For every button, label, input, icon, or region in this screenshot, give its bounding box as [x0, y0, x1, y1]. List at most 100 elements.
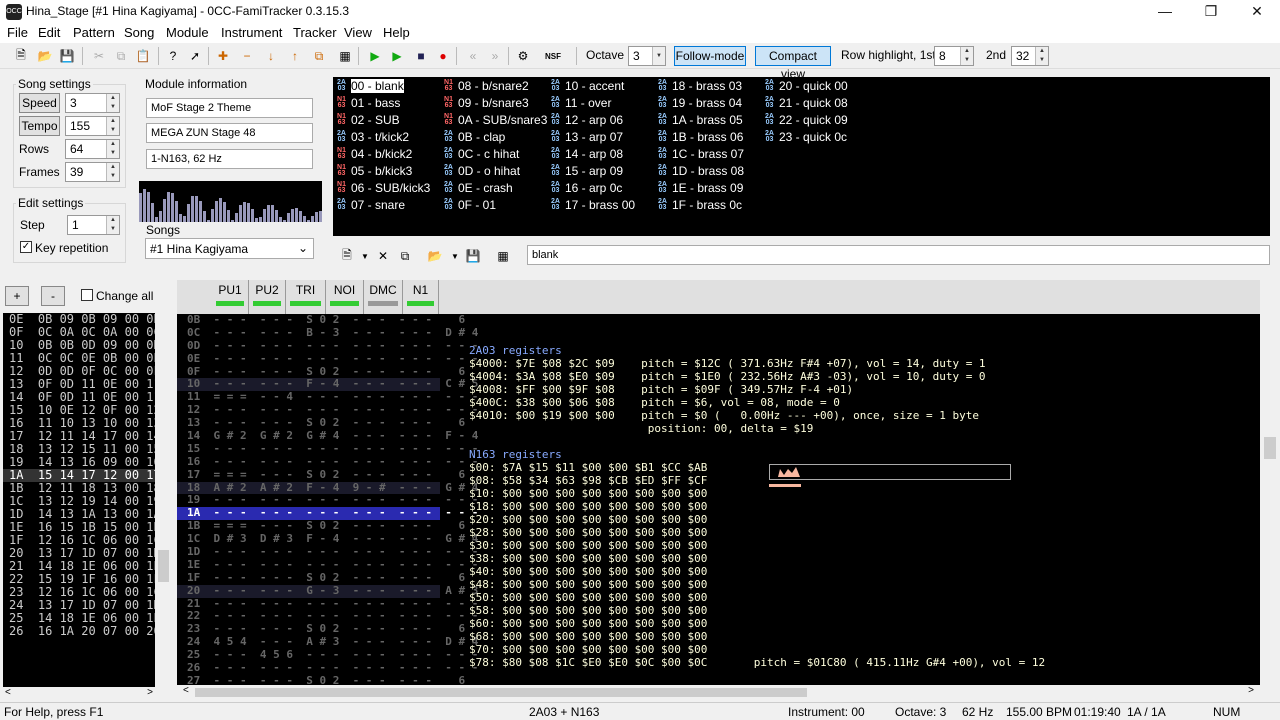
- pattern-row[interactable]: 1D - - - - - - - - - - - - - - - - - -: [177, 545, 478, 559]
- save-instrument-icon[interactable]: 💾: [464, 247, 482, 265]
- instrument-item[interactable]: N1 63 0A - SUB/snare3: [442, 113, 547, 130]
- channel-tri[interactable]: TRI: [286, 280, 326, 314]
- instrument-item[interactable]: 2A 03 17 - brass 00: [549, 198, 635, 215]
- next-track-icon[interactable]: »: [486, 47, 504, 65]
- menu-edit[interactable]: Edit: [38, 25, 60, 40]
- instrument-item[interactable]: N1 63 08 - b/snare2: [442, 79, 529, 96]
- instrument-item[interactable]: N1 63 01 - bass: [335, 96, 400, 113]
- follow-mode-toggle[interactable]: Follow-mode: [674, 46, 746, 66]
- nsf-export-icon[interactable]: NSF: [544, 47, 562, 65]
- pattern-row[interactable]: 1F - - - - - - S 0 2 - - - - - - 6: [177, 571, 465, 585]
- module-copyright-field[interactable]: 1-N163, 62 Hz: [146, 149, 313, 169]
- menu-song[interactable]: Song: [124, 25, 154, 40]
- instrument-item[interactable]: 2A 03 10 - accent: [549, 79, 624, 96]
- add-instrument-icon[interactable]: 🗎: [338, 247, 356, 265]
- instrument-item[interactable]: 2A 03 03 - t/kick2: [335, 130, 409, 147]
- settings-icon[interactable]: ⚙: [514, 47, 532, 65]
- add-frame-button[interactable]: +: [5, 286, 29, 306]
- instrument-name-field[interactable]: blank: [527, 245, 1270, 265]
- instrument-item[interactable]: 2A 03 16 - arp 0c: [549, 181, 622, 198]
- about-icon[interactable]: ?: [164, 47, 182, 65]
- play-icon[interactable]: ▶: [366, 47, 384, 65]
- pattern-row[interactable]: 0B - - - - - - S 0 2 - - - - - - 6: [177, 313, 465, 327]
- instrument-item[interactable]: 2A 03 19 - brass 04: [656, 96, 742, 113]
- add-instrument-dropdown-icon[interactable]: ▼: [356, 247, 374, 265]
- pattern-row[interactable]: 0D - - - - - - - - - - - - - - - - - -: [177, 339, 478, 353]
- pattern-editor[interactable]: PU1 PU2 TRI NOI DMC N1 0B - - - - - - S 0 2 -…: [177, 280, 1260, 685]
- module-artist-field[interactable]: MEGA ZUN Stage 48: [146, 123, 313, 143]
- load-instrument-dropdown-icon[interactable]: ▼: [446, 247, 464, 265]
- instrument-item[interactable]: 2A 03 13 - arp 07: [549, 130, 623, 147]
- cut-icon[interactable]: ✂: [90, 47, 108, 65]
- duplicate-frame-icon[interactable]: ⧉: [310, 47, 328, 65]
- song-select[interactable]: #1 Hina Kagiyama ⌄: [145, 238, 314, 259]
- save-icon[interactable]: 💾: [58, 47, 76, 65]
- menu-pattern[interactable]: Pattern: [73, 25, 115, 40]
- instrument-item[interactable]: 2A 03 0B - clap: [442, 130, 505, 147]
- speed-button[interactable]: Speed: [19, 93, 60, 113]
- rows-spinner[interactable]: 64 ▲ ▼: [65, 139, 120, 159]
- channel-n1[interactable]: N1: [403, 280, 439, 314]
- menu-help[interactable]: Help: [383, 25, 410, 40]
- instrument-item[interactable]: 2A 03 1E - brass 09: [656, 181, 743, 198]
- edit-instrument-icon[interactable]: ▦: [494, 247, 512, 265]
- channel-pu1[interactable]: PU1: [212, 280, 249, 314]
- channel-pu2[interactable]: PU2: [249, 280, 286, 314]
- maximize-button[interactable]: ❐: [1188, 0, 1234, 24]
- instrument-item[interactable]: 2A 03 22 - quick 09: [763, 113, 848, 130]
- change-all-checkbox[interactable]: [81, 289, 93, 301]
- instrument-item[interactable]: 2A 03 1C - brass 07: [656, 147, 744, 164]
- record-icon[interactable]: ●: [434, 47, 452, 65]
- menu-tracker[interactable]: Tracker: [293, 25, 337, 40]
- move-frame-up-icon[interactable]: ↑: [286, 47, 304, 65]
- tempo-spinner[interactable]: 155 ▲ ▼: [65, 116, 120, 136]
- instrument-item[interactable]: 2A 03 12 - arp 06: [549, 113, 623, 130]
- instrument-item[interactable]: 2A 03 07 - snare: [335, 198, 405, 215]
- module-name-field[interactable]: MoF Stage 2 Theme: [146, 98, 313, 118]
- instrument-item[interactable]: 2A 03 1B - brass 06: [656, 130, 743, 147]
- copy-icon[interactable]: ⧉: [112, 47, 130, 65]
- minimize-button[interactable]: —: [1142, 0, 1188, 24]
- remove-instrument-icon[interactable]: ✕: [374, 247, 392, 265]
- instrument-item[interactable]: 2A 03 14 - arp 08: [549, 147, 623, 164]
- instrument-item[interactable]: 2A 03 0F - 01: [442, 198, 496, 215]
- menu-file[interactable]: File: [7, 25, 28, 40]
- frame-list[interactable]: 0E 0B 09 0B 09 00 0B 0F 0C 0A 0C 0A 00 0C…: [3, 313, 155, 687]
- menu-view[interactable]: View: [344, 25, 372, 40]
- pattern-row[interactable]: 16 - - - - - - - - - - - - - - - - - -: [177, 455, 478, 469]
- instrument-item[interactable]: N1 63 02 - SUB: [335, 113, 400, 130]
- step-spinner[interactable]: 1 ▲ ▼: [67, 215, 120, 235]
- compact-view-toggle[interactable]: Compact view: [755, 46, 831, 81]
- instrument-item[interactable]: N1 63 04 - b/kick2: [335, 147, 412, 164]
- row-highlight-2nd-spinner[interactable]: 32 ▲ ▼: [1011, 46, 1049, 66]
- menu-module[interactable]: Module: [166, 25, 209, 40]
- pattern-row[interactable]: 17 = = = - - - S 0 2 - - - - - - 6: [177, 468, 465, 482]
- load-instrument-icon[interactable]: 📂: [426, 247, 444, 265]
- pattern-row[interactable]: 0C - - - - - - B - 3 - - - - - - D # 4: [177, 326, 478, 340]
- instrument-list[interactable]: 2A 03 00 - blank N1 63 01 - bass N1 63 02 - SUB 2…: [333, 77, 1270, 236]
- pattern-row[interactable]: 20 - - - - - - G - 3 - - - - - - A # 3: [177, 584, 478, 598]
- instrument-item[interactable]: 2A 03 0E - crash: [442, 181, 513, 198]
- instrument-item[interactable]: N1 63 05 - b/kick3: [335, 164, 412, 181]
- instrument-item[interactable]: 2A 03 20 - quick 00: [763, 79, 848, 96]
- octave-select[interactable]: 3 ▼: [628, 46, 666, 66]
- row-highlight-1st-spinner[interactable]: 8 ▲ ▼: [934, 46, 974, 66]
- instrument-item[interactable]: 2A 03 1D - brass 08: [656, 164, 744, 181]
- menu-instrument[interactable]: Instrument: [221, 25, 282, 40]
- frame-row[interactable]: 26 16 1A 20 07 00 20: [3, 625, 155, 638]
- clone-instrument-icon[interactable]: ⧉: [396, 247, 414, 265]
- pattern-row[interactable]: 15 - - - - - - - - - - - - - - - - - -: [177, 442, 478, 456]
- pattern-row[interactable]: 27 - - - - - - S 0 2 - - - - - - 6: [177, 674, 465, 685]
- frames-spinner[interactable]: 39 ▲ ▼: [65, 162, 120, 182]
- remove-frame-button[interactable]: -: [41, 286, 65, 306]
- pattern-hscrollbar[interactable]: < >: [177, 685, 1260, 700]
- instrument-item[interactable]: N1 63 09 - b/snare3: [442, 96, 529, 113]
- pattern-row[interactable]: 0E - - - - - - - - - - - - - - - - - -: [177, 352, 478, 366]
- instrument-item[interactable]: 2A 03 0C - c hihat: [442, 147, 519, 164]
- instrument-item[interactable]: N1 63 06 - SUB/kick3: [335, 181, 430, 198]
- pattern-row[interactable]: 1E - - - - - - - - - - - - - - - - - -: [177, 558, 478, 572]
- new-file-icon[interactable]: 🗎: [12, 47, 30, 65]
- paste-icon[interactable]: 📋: [134, 47, 152, 65]
- key-repetition-checkbox[interactable]: ✓: [20, 241, 32, 253]
- speed-spinner[interactable]: 3 ▲ ▼: [65, 93, 120, 113]
